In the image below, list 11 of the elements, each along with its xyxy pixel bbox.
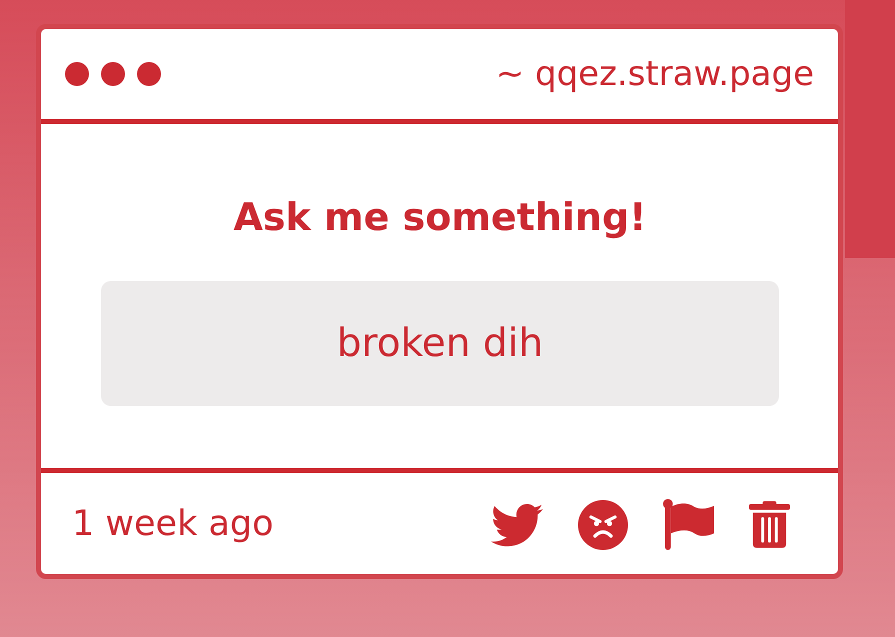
- flag-icon[interactable]: [663, 499, 714, 550]
- trash-icon[interactable]: [749, 501, 790, 548]
- window-dot-icon: [65, 62, 89, 86]
- window-dot-icon: [101, 62, 125, 86]
- prompt-heading: Ask me something!: [233, 194, 647, 240]
- timestamp: 1 week ago: [72, 504, 274, 544]
- page-url: ~ qqez.straw.page: [496, 54, 814, 94]
- question-text: broken dih: [101, 281, 779, 406]
- angry-face-icon[interactable]: [578, 500, 628, 550]
- window-dot-icon: [137, 62, 161, 86]
- bird-icon[interactable]: [491, 502, 543, 547]
